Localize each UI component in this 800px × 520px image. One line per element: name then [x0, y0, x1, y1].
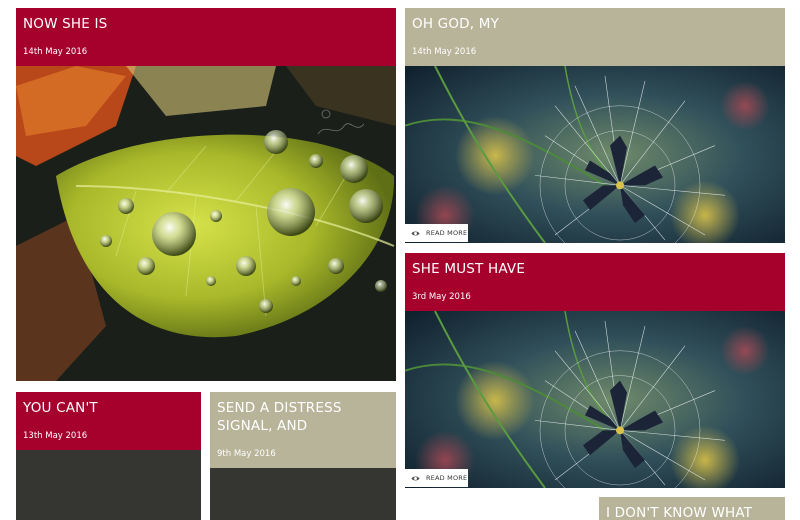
post-title[interactable]: SEND A DISTRESS SIGNAL, AND: [217, 399, 389, 435]
post-title[interactable]: NOW SHE IS: [23, 15, 389, 33]
post-card-oh-god-my[interactable]: OH GOD, MY 14th May 2016 READ MORE: [405, 8, 785, 243]
read-more-button[interactable]: READ MORE: [405, 469, 468, 487]
post-header: I DON'T KNOW WHAT: [599, 497, 785, 520]
post-image-dandelion[interactable]: [405, 66, 785, 243]
post-title[interactable]: YOU CAN'T: [23, 399, 194, 417]
post-card-you-cant[interactable]: YOU CAN'T 13th May 2016: [16, 392, 201, 520]
post-header: YOU CAN'T 13th May 2016: [16, 392, 201, 450]
post-date: 13th May 2016: [23, 431, 88, 441]
read-more-button[interactable]: READ MORE: [405, 224, 468, 242]
eye-icon: [411, 475, 420, 481]
photo-watermark: [316, 108, 366, 138]
post-date: 14th May 2016: [23, 47, 88, 57]
post-date: 14th May 2016: [412, 47, 477, 57]
post-image-placeholder[interactable]: [210, 468, 396, 520]
post-date: 3rd May 2016: [412, 292, 471, 302]
post-header: OH GOD, MY 14th May 2016: [405, 8, 785, 66]
post-title[interactable]: I DON'T KNOW WHAT: [606, 504, 778, 520]
post-card-now-she-is[interactable]: NOW SHE IS 14th May 2016: [16, 8, 396, 381]
post-card-send-a-distress-signal[interactable]: SEND A DISTRESS SIGNAL, AND 9th May 2016: [210, 392, 396, 520]
post-header: NOW SHE IS 14th May 2016: [16, 8, 396, 66]
read-more-label: READ MORE: [426, 474, 468, 482]
read-more-label: READ MORE: [426, 229, 468, 237]
post-header: SEND A DISTRESS SIGNAL, AND 9th May 2016: [210, 392, 396, 468]
eye-icon: [411, 230, 420, 236]
post-header: SHE MUST HAVE 3rd May 2016: [405, 253, 785, 311]
post-title[interactable]: OH GOD, MY: [412, 15, 778, 33]
post-title[interactable]: SHE MUST HAVE: [412, 260, 778, 278]
post-date: 9th May 2016: [217, 449, 276, 459]
post-card-i-dont-know-what[interactable]: I DON'T KNOW WHAT: [599, 497, 785, 520]
post-image-dandelion[interactable]: [405, 311, 785, 488]
post-image-placeholder[interactable]: [16, 450, 201, 520]
post-card-she-must-have[interactable]: SHE MUST HAVE 3rd May 2016 READ MORE: [405, 253, 785, 488]
